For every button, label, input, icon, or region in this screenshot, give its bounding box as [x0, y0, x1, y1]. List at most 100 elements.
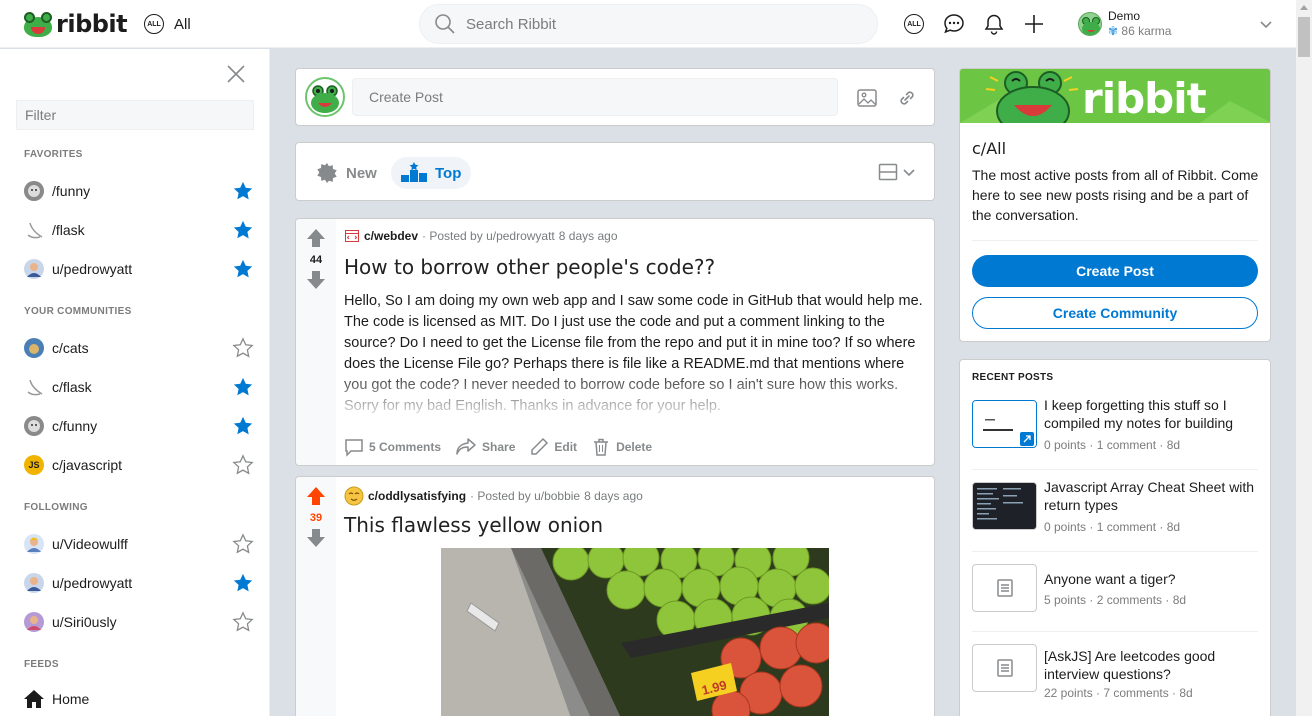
- create-post-card: [295, 68, 935, 126]
- recent-post-item[interactable]: I keep forgetting this stuff so I compil…: [972, 396, 1258, 470]
- sidebar-item-flask[interactable]: /flask: [24, 218, 254, 242]
- sidebar-item-flask[interactable]: c/flask: [24, 375, 254, 399]
- community-about-card: ribbit c/All The most active posts from …: [959, 68, 1271, 342]
- sidebar-item-funny[interactable]: c/funny: [24, 414, 254, 438]
- recent-post-item[interactable]: Javascript Array Cheat Sheet with return…: [972, 478, 1258, 552]
- post-card[interactable]: 39 c/oddlysatisfying · Posted by u/bobbi…: [295, 476, 935, 716]
- logo-text: ribbit: [56, 10, 128, 38]
- star-filled-icon[interactable]: [232, 219, 254, 241]
- post-title[interactable]: This flawless yellow onion: [344, 513, 603, 537]
- upvote-icon[interactable]: [305, 227, 327, 249]
- post-community-link[interactable]: c/oddlysatisfying: [368, 489, 466, 503]
- star-filled-icon[interactable]: [232, 415, 254, 437]
- relieved-face-icon: [344, 486, 364, 506]
- star-outline-icon[interactable]: [232, 454, 254, 476]
- sidebar-item-siri0usly[interactable]: u/Siri0usly: [24, 610, 254, 634]
- delete-button[interactable]: Delete: [591, 437, 652, 457]
- sidebar-item-label: u/Videowulff: [52, 536, 128, 552]
- share-button[interactable]: Share: [455, 437, 515, 457]
- post-card[interactable]: 44 c/webdev · Posted by u/pedrowyatt 8 d…: [295, 218, 935, 466]
- top-icon: [401, 162, 427, 182]
- star-filled-icon[interactable]: [232, 572, 254, 594]
- user-menu[interactable]: Demo ✾ 86 karma: [1078, 8, 1274, 40]
- comment-icon: [345, 439, 363, 457]
- recent-post-title: Anyone want a tiger?: [1044, 571, 1176, 587]
- top-bar: ribbit ALL All ALL Demo ✾ 86 karma: [0, 0, 1296, 48]
- sort-top-button[interactable]: Top: [391, 157, 472, 189]
- sidebar-item-label: /flask: [52, 222, 85, 238]
- sidebar-item-home[interactable]: Home: [24, 687, 254, 711]
- post-author[interactable]: · Posted by u/pedrowyatt: [422, 229, 555, 243]
- edit-button[interactable]: Edit: [529, 437, 577, 457]
- star-outline-icon[interactable]: [232, 611, 254, 633]
- post-meta: c/oddlysatisfying · Posted by u/bobbie 8…: [344, 486, 643, 506]
- star-filled-icon[interactable]: [232, 180, 254, 202]
- sidebar-item-pedrowyatt[interactable]: u/pedrowyatt: [24, 257, 254, 281]
- recent-post-item[interactable]: Anyone want a tiger? 5 points · 2 commen…: [972, 560, 1258, 632]
- share-icon: [456, 438, 476, 455]
- sidebar-item-funny[interactable]: /funny: [24, 179, 254, 203]
- recent-post-meta: 22 points · 7 comments · 8d: [1044, 686, 1193, 700]
- all-icon: ALL: [904, 14, 924, 34]
- user-avatar[interactable]: [305, 77, 345, 117]
- create-button[interactable]: [1023, 13, 1045, 35]
- create-community-button[interactable]: Create Community: [972, 297, 1258, 329]
- page-scrollbar[interactable]: [1296, 0, 1312, 716]
- link-icon[interactable]: [896, 87, 918, 109]
- scrollbar-thumb[interactable]: [1298, 17, 1310, 57]
- notifications-button[interactable]: [983, 13, 1005, 35]
- post-image[interactable]: 1.99: [441, 548, 829, 716]
- sidebar-item-javascript[interactable]: JS c/javascript: [24, 453, 254, 477]
- upvote-icon[interactable]: [305, 485, 327, 507]
- comments-button[interactable]: 5 Comments: [344, 437, 441, 457]
- vote-count: 44: [309, 254, 323, 266]
- sidebar-filter-input[interactable]: [16, 100, 254, 130]
- sidebar-item-label: c/cats: [52, 340, 89, 356]
- text-post-icon: [996, 659, 1013, 677]
- comments-label: 5 Comments: [369, 440, 442, 454]
- sort-new-button[interactable]: New: [306, 157, 387, 189]
- ribbit-logo[interactable]: ribbit: [22, 10, 128, 38]
- chat-icon: [944, 14, 964, 34]
- chevron-down-icon: [903, 169, 915, 177]
- search-input[interactable]: [466, 15, 846, 33]
- feeds-heading: FEEDS: [24, 659, 59, 670]
- username: Demo: [1108, 9, 1141, 23]
- sidebar-item-videowulff[interactable]: u/Videowulff: [24, 532, 254, 556]
- recent-post-item[interactable]: [AskJS] Are leetcodes good interview que…: [972, 640, 1258, 712]
- close-icon[interactable]: [226, 64, 246, 84]
- star-filled-icon[interactable]: [232, 258, 254, 280]
- all-feed-button[interactable]: ALL: [903, 13, 925, 35]
- post-meta: c/webdev · Posted by u/pedrowyatt 8 days…: [344, 228, 618, 244]
- karma-icon: ✾: [1108, 24, 1119, 38]
- recent-post-thumbnail: [972, 644, 1037, 692]
- create-post-button[interactable]: Create Post: [972, 255, 1258, 287]
- star-outline-icon[interactable]: [232, 533, 254, 555]
- vote-count: 39: [309, 512, 323, 524]
- recent-post-meta: 5 points · 2 comments · 8d: [1044, 593, 1187, 607]
- layout-card-icon: [878, 163, 898, 181]
- post-title[interactable]: How to borrow other people's code??: [344, 255, 715, 279]
- search-bar[interactable]: [419, 4, 878, 44]
- avatar: [24, 377, 44, 397]
- star-filled-icon[interactable]: [232, 376, 254, 398]
- sidebar-item-cats[interactable]: c/cats: [24, 336, 254, 360]
- image-icon[interactable]: [856, 87, 878, 109]
- downvote-icon[interactable]: [305, 527, 327, 549]
- sidebar-item-pedrowyatt[interactable]: u/pedrowyatt: [24, 571, 254, 595]
- create-post-input[interactable]: [352, 78, 838, 116]
- view-layout-dropdown[interactable]: [878, 162, 916, 182]
- recent-post-title: [AskJS] Are leetcodes good interview que…: [1044, 648, 1216, 682]
- post-author[interactable]: · Posted by u/bobbie: [470, 489, 580, 503]
- post-community-link[interactable]: c/webdev: [364, 229, 418, 243]
- chat-button[interactable]: [943, 13, 965, 35]
- avatar: [24, 338, 44, 358]
- plus-icon: [1025, 15, 1043, 33]
- scroll-up-arrow-icon[interactable]: [1300, 4, 1308, 10]
- feed-switcher[interactable]: ALL All: [144, 14, 191, 34]
- sidebar-item-label: u/Siri0usly: [52, 614, 117, 630]
- star-outline-icon[interactable]: [232, 337, 254, 359]
- downvote-icon[interactable]: [305, 269, 327, 291]
- share-label: Share: [482, 440, 516, 454]
- trash-icon: [594, 438, 609, 456]
